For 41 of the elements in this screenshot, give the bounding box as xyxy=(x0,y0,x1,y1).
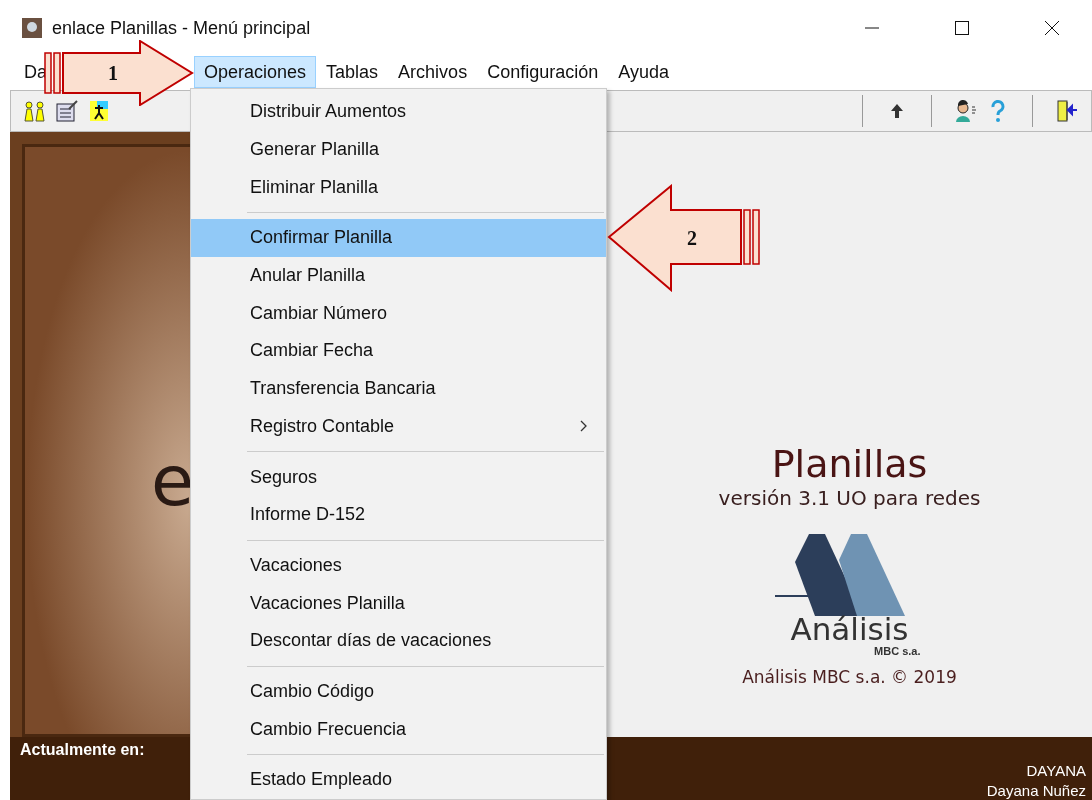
menu-option[interactable]: Informe D-152 xyxy=(191,495,606,534)
runner-icon[interactable] xyxy=(87,99,111,123)
menu-option[interactable]: Seguros xyxy=(191,458,606,496)
close-icon[interactable] xyxy=(1044,20,1060,36)
menu-option[interactable]: Vacaciones Planilla xyxy=(191,584,606,622)
copyright-text: Análisis MBC s.a. © 2019 xyxy=(742,667,957,687)
form-edit-icon[interactable] xyxy=(55,99,79,123)
status-label: Actualmente en: xyxy=(20,741,145,760)
menu-option[interactable]: Descontar días de vacaciones xyxy=(191,621,606,660)
menu-option[interactable]: Cambio Código xyxy=(191,672,606,711)
menu-item[interactable]: Operaciones xyxy=(194,56,317,88)
menu-option[interactable]: Cambiar Número xyxy=(191,294,606,333)
step-number: 2 xyxy=(687,227,697,249)
user-name: Dayana Nuñez xyxy=(986,781,1086,800)
logo-subtext: MBC s.a. xyxy=(874,645,921,657)
people-icon[interactable] xyxy=(23,99,47,123)
app-icon xyxy=(22,18,42,38)
menu-item[interactable]: Configuración xyxy=(477,56,609,88)
user-code: DAYANA xyxy=(1026,761,1086,781)
version-text: versión 3.1 UO para redes xyxy=(718,486,981,510)
menu-option[interactable]: Confirmar Planilla xyxy=(191,219,606,257)
logo-text: Análisis xyxy=(790,614,909,645)
maximize-icon[interactable] xyxy=(954,20,970,36)
menu-option[interactable]: Estado Empleado xyxy=(191,761,606,799)
menu-option[interactable]: Vacaciones xyxy=(191,546,606,585)
menu-option[interactable]: Cambiar Fecha xyxy=(191,332,606,370)
menu-option[interactable]: Registro Contable xyxy=(191,407,606,446)
menu-option[interactable]: Eliminar Planilla xyxy=(191,168,606,207)
exit-door-icon[interactable] xyxy=(1055,99,1079,123)
menu-item[interactable]: Tablas xyxy=(316,56,389,88)
menu-option[interactable]: Transferencia Bancaria xyxy=(191,369,606,408)
window-title: enlace Planillas - Menú principal xyxy=(52,17,312,39)
step-number: 1 xyxy=(108,62,118,84)
menu-item[interactable]: Ayuda xyxy=(608,56,679,88)
speaking-person-icon[interactable] xyxy=(954,99,978,123)
menu-item[interactable]: Archivos xyxy=(388,56,478,88)
app-title: Planillas xyxy=(771,442,928,486)
menu-option[interactable]: Anular Planilla xyxy=(191,256,606,295)
brand-letter: e xyxy=(150,439,190,522)
menu-option[interactable]: Generar Planilla xyxy=(191,130,606,169)
menu-option[interactable]: Cambio Frecuencia xyxy=(191,710,606,748)
